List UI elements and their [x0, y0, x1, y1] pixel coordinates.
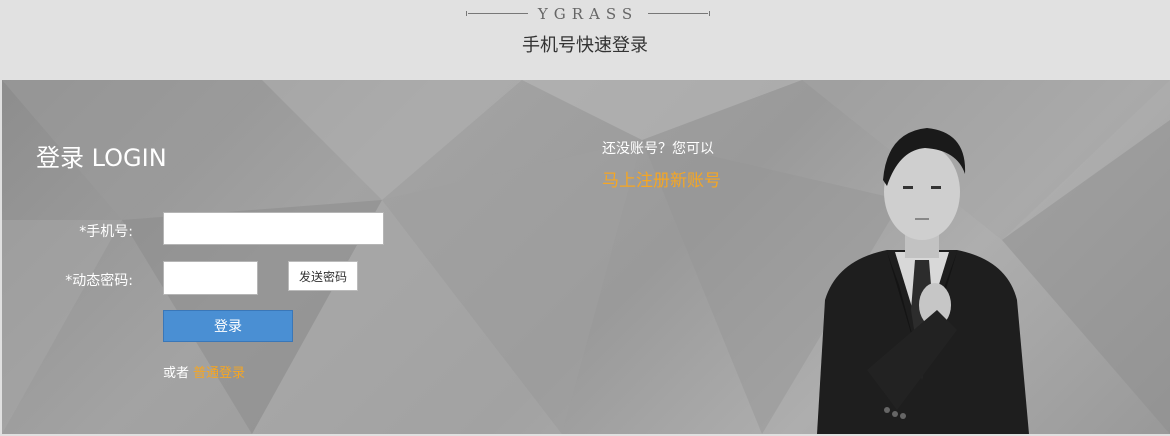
phone-label: *手机号:	[79, 224, 133, 240]
register-link[interactable]: 马上注册新账号	[602, 166, 721, 191]
alt-login-row: 或者 普通登录	[163, 362, 245, 381]
or-text: 或者	[163, 366, 190, 381]
normal-login-link[interactable]: 普通登录	[193, 366, 245, 381]
no-account-prompt: 还没账号？您可以	[602, 141, 714, 157]
brand-logo: YGRASS	[466, 5, 710, 23]
brand-divider-right	[648, 11, 710, 16]
page-header: YGRASS 手机号快速登录	[0, 0, 1170, 80]
login-panel: 登录 LOGIN *手机号: *动态密码: 发送密码 登录 或者 普通登录 还没账…	[2, 80, 1170, 434]
dynamic-code-input[interactable]	[163, 261, 258, 295]
brand-name: YGRASS	[537, 5, 639, 23]
page-subtitle: 手机号快速登录	[522, 35, 648, 56]
send-code-button[interactable]: 发送密码	[288, 261, 358, 291]
model-photo	[817, 128, 1029, 434]
dynamic-code-label: *动态密码:	[65, 273, 133, 289]
login-button[interactable]: 登录	[163, 310, 293, 342]
phone-input[interactable]	[163, 212, 384, 245]
login-title: 登录 LOGIN	[36, 144, 167, 172]
